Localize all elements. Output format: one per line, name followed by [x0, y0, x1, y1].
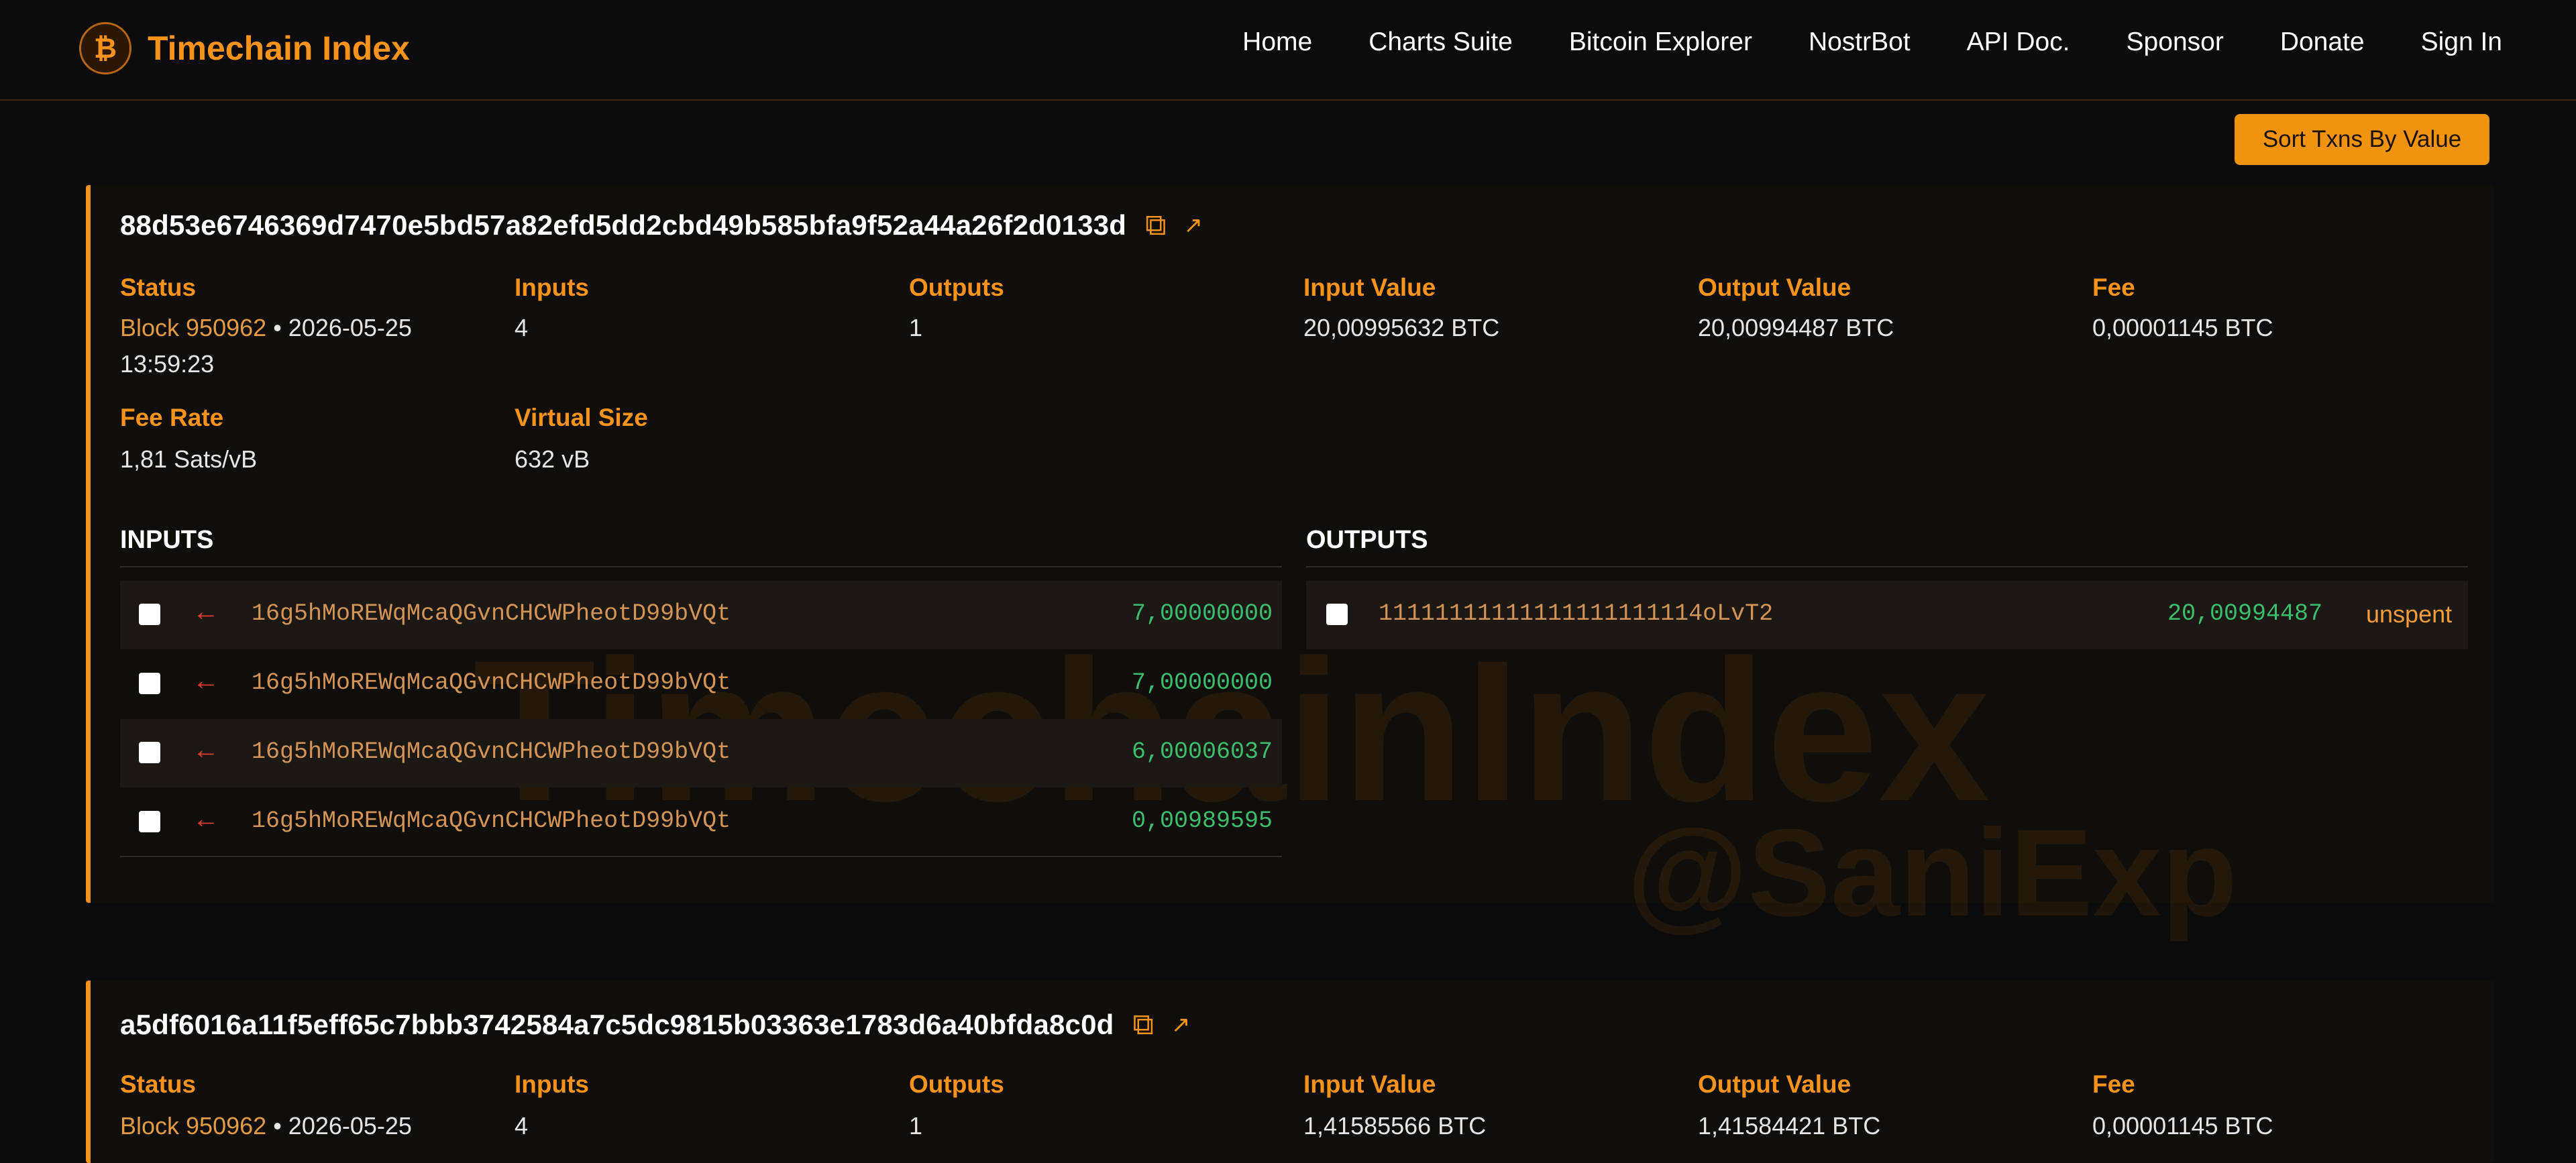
output-amount: 20,00994487	[2167, 600, 2323, 627]
outputs-count: 1	[909, 314, 923, 341]
output-value-label: Output Value	[1698, 1070, 1851, 1098]
fee-label: Fee	[2092, 1070, 2135, 1098]
txid[interactable]: a5df6016a11f5eff65c7bbb3742584a7c5dc9815…	[120, 1009, 1114, 1041]
bitcoin-logo-icon: ₿	[79, 22, 131, 74]
txid[interactable]: 88d53e6746369d7470e5bd57a82efd5dd2cbd49b…	[120, 209, 1126, 241]
inputs-bottom-divider	[120, 856, 1282, 857]
input-value: 1,41585566 BTC	[1303, 1112, 1487, 1140]
input-checkbox[interactable]	[139, 811, 160, 832]
copy-icon[interactable]: ⧉	[1145, 211, 1166, 240]
status-value: Block 950962 • 2026-05-25	[120, 1112, 412, 1140]
status-label: Status	[120, 274, 197, 301]
external-link-icon[interactable]: ↗	[1171, 1011, 1191, 1038]
status-value: Block 950962 • 2026-05-25	[120, 314, 412, 342]
inputs-count: 4	[515, 314, 529, 341]
tx-time: 13:59:23	[120, 350, 215, 378]
output-checkbox[interactable]	[1326, 604, 1348, 625]
outputs-divider	[1306, 566, 2468, 567]
input-value-label: Input Value	[1303, 274, 1436, 301]
arrow-left-icon: ←	[193, 666, 219, 696]
txid-row: 88d53e6746369d7470e5bd57a82efd5dd2cbd49b…	[120, 209, 1203, 241]
tx-date: • 2026-05-25	[273, 314, 412, 341]
nav-sponsor[interactable]: Sponsor	[2127, 25, 2224, 59]
nav-sign-in[interactable]: Sign In	[2421, 25, 2502, 59]
nav-links: Home Charts Suite Bitcoin Explorer Nostr…	[1186, 25, 2502, 59]
brand[interactable]: ₿ Timechain Index	[79, 20, 410, 76]
outputs-label: Outputs	[909, 1070, 1004, 1098]
input-address[interactable]: 16g5hMoREWqMcaQGvnCHCWPheotD99bVQt	[252, 600, 731, 627]
block-link[interactable]: Block 950962	[120, 1112, 266, 1140]
nav-nostrbot[interactable]: NostrBot	[1809, 25, 1911, 59]
input-checkbox[interactable]	[139, 742, 160, 763]
inputs-count: 4	[515, 1112, 529, 1140]
input-checkbox[interactable]	[139, 673, 160, 694]
input-value-label: Input Value	[1303, 1070, 1436, 1098]
nav-api-doc[interactable]: API Doc.	[1967, 25, 2070, 59]
fee-value: 0,00001145 BTC	[2092, 1112, 2273, 1140]
status-label: Status	[120, 1070, 197, 1098]
input-row: ← 16g5hMoREWqMcaQGvnCHCWPheotD99bVQt 7,0…	[120, 581, 1282, 649]
input-address[interactable]: 16g5hMoREWqMcaQGvnCHCWPheotD99bVQt	[252, 669, 731, 696]
output-value-label: Output Value	[1698, 274, 1851, 301]
input-amount: 6,00006037	[1131, 738, 1273, 765]
input-row: ← 16g5hMoREWqMcaQGvnCHCWPheotD99bVQt 7,0…	[120, 650, 1282, 718]
inputs-label: Inputs	[515, 1070, 589, 1098]
copy-icon[interactable]: ⧉	[1133, 1010, 1154, 1040]
output-value: 1,41584421 BTC	[1698, 1112, 1881, 1140]
input-row: ← 16g5hMoREWqMcaQGvnCHCWPheotD99bVQt 0,0…	[120, 788, 1282, 856]
virtual-size-value: 632 vB	[515, 445, 590, 473]
input-amount: 7,00000000	[1131, 669, 1273, 696]
input-value: 20,00995632 BTC	[1303, 314, 1500, 341]
outputs-label: Outputs	[909, 274, 1004, 301]
nav-home[interactable]: Home	[1242, 25, 1312, 59]
transaction-card: a5df6016a11f5eff65c7bbb3742584a7c5dc9815…	[86, 981, 2495, 1163]
input-checkbox[interactable]	[139, 604, 160, 625]
nav-charts-suite[interactable]: Charts Suite	[1368, 25, 1513, 59]
spent-status: unspent	[2366, 600, 2453, 628]
input-row: ← 16g5hMoREWqMcaQGvnCHCWPheotD99bVQt 6,0…	[120, 719, 1282, 787]
block-link[interactable]: Block 950962	[120, 314, 266, 341]
virtual-size-label: Virtual Size	[515, 404, 648, 431]
arrow-left-icon: ←	[193, 804, 219, 834]
sort-txns-by-value-button[interactable]: Sort Txns By Value	[2235, 114, 2489, 165]
watermark-handle: @SaniExp	[1627, 804, 2238, 942]
fee-label: Fee	[2092, 274, 2135, 301]
input-amount: 0,00989595	[1131, 808, 1273, 834]
output-address[interactable]: 11111111111111111111114oLvT2	[1379, 600, 1773, 627]
output-value: 20,00994487 BTC	[1698, 314, 1894, 341]
input-amount: 7,00000000	[1131, 600, 1273, 627]
input-address[interactable]: 16g5hMoREWqMcaQGvnCHCWPheotD99bVQt	[252, 738, 731, 765]
external-link-icon[interactable]: ↗	[1184, 212, 1203, 239]
inputs-divider	[120, 566, 1282, 567]
inputs-heading: INPUTS	[120, 526, 214, 554]
tx-date: • 2026-05-25	[273, 1112, 412, 1140]
outputs-heading: OUTPUTS	[1306, 526, 1428, 554]
fee-rate-label: Fee Rate	[120, 404, 224, 431]
outputs-count: 1	[909, 1112, 923, 1140]
arrow-left-icon: ←	[193, 735, 219, 765]
nav-donate[interactable]: Donate	[2280, 25, 2365, 59]
fee-rate-value: 1,81 Sats/vB	[120, 445, 258, 473]
transaction-card: TimechainIndex @SaniExp 88d53e6746369d74…	[86, 185, 2495, 942]
nav-bitcoin-explorer[interactable]: Bitcoin Explorer	[1569, 25, 1752, 59]
inputs-label: Inputs	[515, 274, 589, 301]
fee-value: 0,00001145 BTC	[2092, 314, 2273, 341]
top-navbar: ₿ Timechain Index Home Charts Suite Bitc…	[0, 0, 2576, 101]
brand-name: Timechain Index	[148, 30, 410, 67]
arrow-left-icon: ←	[193, 597, 219, 626]
input-address[interactable]: 16g5hMoREWqMcaQGvnCHCWPheotD99bVQt	[252, 808, 731, 834]
txid-row: a5df6016a11f5eff65c7bbb3742584a7c5dc9815…	[120, 1009, 1190, 1041]
output-row: 11111111111111111111114oLvT2 20,00994487…	[1306, 581, 2468, 649]
